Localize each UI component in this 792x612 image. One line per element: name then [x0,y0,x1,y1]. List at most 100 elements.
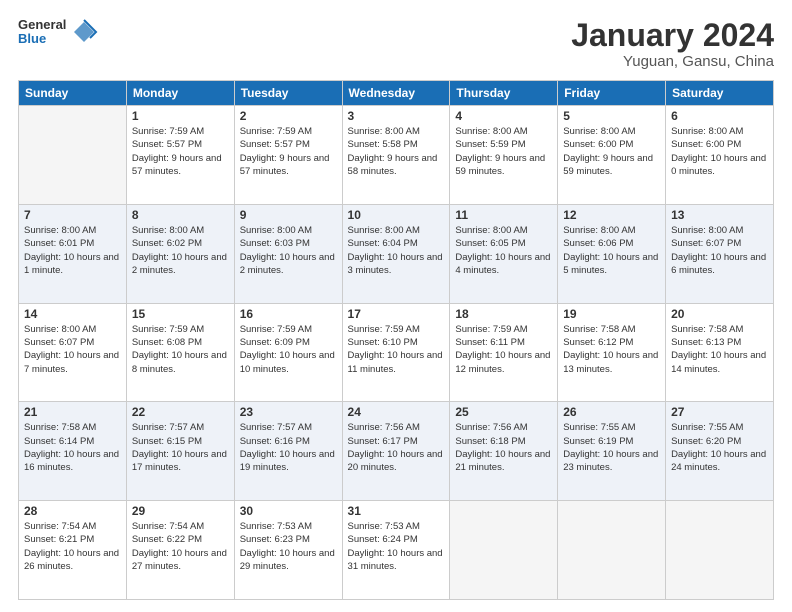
calendar-day-cell: 21Sunrise: 7:58 AMSunset: 6:14 PMDayligh… [19,402,127,501]
daylight-text: Daylight: 10 hours and 29 minutes. [240,548,335,572]
sunrise-text: Sunrise: 7:58 AM [671,324,743,335]
day-info: Sunrise: 7:59 AMSunset: 5:57 PMDaylight:… [240,125,337,178]
page: General Blue January 2024 Yuguan, Gansu,… [0,0,792,612]
day-number: 29 [132,504,229,518]
calendar-day-cell: 20Sunrise: 7:58 AMSunset: 6:13 PMDayligh… [666,303,774,402]
day-number: 13 [671,208,768,222]
calendar-day-cell: 15Sunrise: 7:59 AMSunset: 6:08 PMDayligh… [126,303,234,402]
day-info: Sunrise: 7:56 AMSunset: 6:18 PMDaylight:… [455,421,552,474]
calendar-day-cell: 4Sunrise: 8:00 AMSunset: 5:59 PMDaylight… [450,106,558,205]
calendar-day-cell: 30Sunrise: 7:53 AMSunset: 6:23 PMDayligh… [234,501,342,600]
day-number: 4 [455,109,552,123]
calendar-day-cell: 31Sunrise: 7:53 AMSunset: 6:24 PMDayligh… [342,501,450,600]
calendar-week-row: 1Sunrise: 7:59 AMSunset: 5:57 PMDaylight… [19,106,774,205]
daylight-text: Daylight: 9 hours and 59 minutes. [563,153,653,177]
day-number: 19 [563,307,660,321]
sunrise-text: Sunrise: 7:58 AM [24,422,96,433]
day-number: 27 [671,405,768,419]
calendar-day-cell: 2 Sunrise: 7:59 AMSunset: 5:57 PMDaylight… [234,106,342,205]
day-info: Sunrise: 7:55 AM Sunset: 6:19 PM Daylight:… [563,421,660,474]
day-info: Sunrise: 7:57 AMSunset: 6:16 PMDaylight:… [240,421,337,474]
day-number: 7 [24,208,121,222]
calendar-day-cell: 16 Sunrise: 7:59 AMSunset: 6:09 PMDayligh… [234,303,342,402]
day-info: Sunrise: 8:00 AMSunset: 6:03 PMDaylight:… [240,224,337,277]
day-info: Sunrise: 8:00 AMSunset: 6:06 PMDaylight:… [563,224,660,277]
sunrise-text: Sunrise: 7:56 AM [348,422,420,433]
sunset-text: Sunset: 6:12 PM [563,337,633,348]
calendar-day-cell: 14Sunrise: 8:00 AMSunset: 6:07 PMDayligh… [19,303,127,402]
day-info: Sunrise: 8:00 AM Sunset: 6:00 PM Daylight:… [563,125,660,178]
calendar-day-cell [19,106,127,205]
calendar-day-cell: 10Sunrise: 8:00 AMSunset: 6:04 PMDayligh… [342,204,450,303]
sunset-text: Sunset: 6:23 PM [240,534,310,545]
day-number: 3 [348,109,445,123]
daylight-text: Daylight: 9 hours and 58 minutes. [348,153,438,177]
logo: General Blue [18,18,98,47]
day-info: Sunrise: 8:00 AMSunset: 6:02 PMDaylight:… [132,224,229,277]
sunrise-text: Sunrise: 8:00 AM [671,126,743,137]
sunrise-text: Sunrise: 8:00 AM [563,126,635,137]
sunset-text: Sunset: 6:04 PM [348,238,418,249]
day-info: Sunrise: 8:00 AMSunset: 6:01 PMDaylight:… [24,224,121,277]
daylight-text: Daylight: 10 hours and 12 minutes. [455,350,550,374]
calendar-header-sunday: Sunday [19,81,127,106]
day-info: Sunrise: 8:00 AMSunset: 6:05 PMDaylight:… [455,224,552,277]
day-info: Sunrise: 7:59 AMSunset: 5:57 PMDaylight:… [132,125,229,178]
day-number: 22 [132,405,229,419]
sunrise-text: Sunrise: 7:59 AM [455,324,527,335]
calendar-day-cell: 9Sunrise: 8:00 AMSunset: 6:03 PMDaylight… [234,204,342,303]
calendar-day-cell: 24Sunrise: 7:56 AMSunset: 6:17 PMDayligh… [342,402,450,501]
day-info: Sunrise: 7:55 AMSunset: 6:20 PMDaylight:… [671,421,768,474]
daylight-text: Daylight: 10 hours and 16 minutes. [24,449,119,473]
daylight-text: Daylight: 10 hours and 19 minutes. [240,449,335,473]
sunrise-text: Sunrise: 7:55 AM [563,422,635,433]
day-number: 8 [132,208,229,222]
sunrise-text: Sunrise: 7:59 AM [348,324,420,335]
sunrise-text: Sunrise: 7:57 AM [240,422,312,433]
calendar-day-cell: 7 Sunrise: 8:00 AMSunset: 6:01 PMDaylight… [19,204,127,303]
sunrise-text: Sunrise: 8:00 AM [24,324,96,335]
daylight-text: Daylight: 9 hours and 57 minutes. [240,153,330,177]
day-number: 16 [240,307,337,321]
daylight-text: Daylight: 10 hours and 10 minutes. [240,350,335,374]
day-info: Sunrise: 8:00 AMSunset: 6:00 PMDaylight:… [671,125,768,178]
day-number: 25 [455,405,552,419]
sunset-text: Sunset: 6:00 PM [671,139,741,150]
sunrise-text: Sunrise: 8:00 AM [563,225,635,236]
daylight-text: Daylight: 10 hours and 26 minutes. [24,548,119,572]
day-number: 2 [240,109,337,123]
title-block: January 2024 Yuguan, Gansu, China [571,18,774,70]
daylight-text: Daylight: 10 hours and 13 minutes. [563,350,658,374]
daylight-text: Daylight: 10 hours and 24 minutes. [671,449,766,473]
day-number: 26 [563,405,660,419]
calendar-header-wednesday: Wednesday [342,81,450,106]
calendar-day-cell: 8 Sunrise: 8:00 AMSunset: 6:02 PMDaylight… [126,204,234,303]
sunset-text: Sunset: 6:22 PM [132,534,202,545]
sunrise-text: Sunrise: 7:59 AM [132,126,204,137]
logo-general: General [18,18,66,32]
day-info: Sunrise: 7:53 AMSunset: 6:23 PMDaylight:… [240,520,337,573]
page-subtitle: Yuguan, Gansu, China [571,53,774,70]
calendar-header-saturday: Saturday [666,81,774,106]
daylight-text: Daylight: 10 hours and 23 minutes. [563,449,658,473]
calendar-day-cell [666,501,774,600]
page-title: January 2024 [571,18,774,53]
sunrise-text: Sunrise: 8:00 AM [348,225,420,236]
day-info: Sunrise: 7:59 AMSunset: 6:09 PMDaylight:… [240,323,337,376]
daylight-text: Daylight: 10 hours and 21 minutes. [455,449,550,473]
daylight-text: Daylight: 10 hours and 14 minutes. [671,350,766,374]
day-info: Sunrise: 7:56 AMSunset: 6:17 PMDaylight:… [348,421,445,474]
sunset-text: Sunset: 6:19 PM [563,436,633,447]
daylight-text: Daylight: 9 hours and 57 minutes. [132,153,222,177]
sunset-text: Sunset: 5:57 PM [240,139,310,150]
daylight-text: Daylight: 10 hours and 8 minutes. [132,350,227,374]
sunset-text: Sunset: 6:13 PM [671,337,741,348]
calendar-day-cell: 5Sunrise: 8:00 AMSunset: 6:00 PMDaylight… [558,106,666,205]
sunset-text: Sunset: 6:15 PM [132,436,202,447]
calendar-header-row: SundayMondayTuesdayWednesdayThursdayFrid… [19,81,774,106]
daylight-text: Daylight: 10 hours and 27 minutes. [132,548,227,572]
sunset-text: Sunset: 6:00 PM [563,139,633,150]
calendar-day-cell: 17Sunrise: 7:59 AMSunset: 6:10 PMDayligh… [342,303,450,402]
sunrise-text: Sunrise: 8:00 AM [240,225,312,236]
calendar-day-cell: 27 Sunrise: 7:55 AMSunset: 6:20 PMDayligh… [666,402,774,501]
